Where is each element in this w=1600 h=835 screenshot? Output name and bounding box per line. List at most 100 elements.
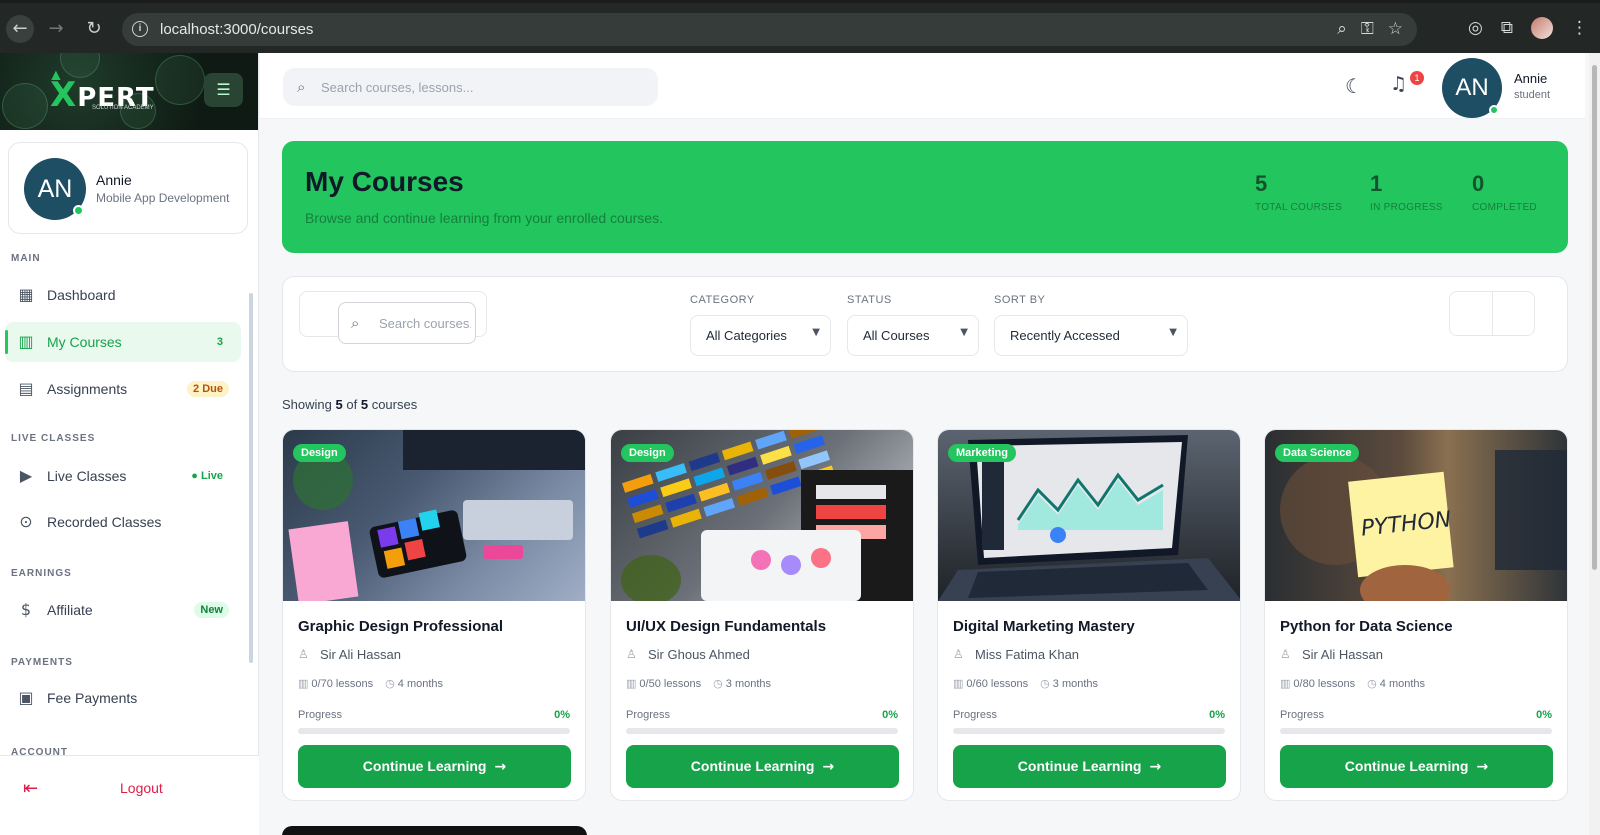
live-badge: ● Live	[191, 470, 223, 482]
browser-toolbar: ← → ↻ i localhost:3000/courses ⌕ ⚿ ☆ ◎ ⧉…	[0, 0, 1600, 53]
category-tag: Design	[293, 444, 346, 462]
sidebar-item-label: Dashboard	[47, 287, 116, 303]
notification-badge: 1	[1410, 71, 1424, 85]
page-title: My Courses	[305, 166, 464, 197]
logo-bar: ▲ XPERT SOLUTION ACADEMY ☰	[0, 53, 258, 130]
kebab-menu-icon[interactable]: ⋮	[1571, 18, 1588, 38]
book-icon: ▥	[953, 677, 964, 690]
course-instructor: Sir Ali Hassan	[320, 647, 401, 662]
sidebar-item-live-classes[interactable]: ▶ Live Classes ● Live	[5, 456, 241, 496]
section-label-account: ACCOUNT	[11, 747, 68, 755]
sidebar-item-recorded-classes[interactable]: ⊙ Recorded Classes	[5, 502, 241, 542]
sidebar-item-label: Affiliate	[47, 602, 93, 618]
sidebar-item-label: My Courses	[47, 334, 122, 350]
course-title[interactable]: Digital Marketing Mastery	[953, 618, 1135, 635]
section-label-live-classes: LIVE CLASSES	[11, 433, 96, 444]
sidebar-collapse-button[interactable]: ☰	[204, 73, 243, 107]
book-icon: ▥	[298, 677, 309, 690]
global-search[interactable]: ⌕	[283, 68, 658, 106]
category-tag: Data Science	[1275, 444, 1360, 462]
address-bar[interactable]: i localhost:3000/courses ⌕ ⚿ ☆	[122, 13, 1417, 46]
course-meta: ▥ 0/50 lessons ◷ 3 months	[626, 677, 772, 690]
course-card[interactable]: Design UI/UX Design Fundamentals ♙ Sir G…	[610, 429, 914, 801]
browser-profile-avatar[interactable]	[1531, 17, 1553, 39]
category-filter: CATEGORY All Categories ▼	[690, 294, 831, 356]
live-dot-icon: ●	[191, 470, 201, 482]
info-icon[interactable]: i	[132, 21, 148, 37]
continue-learning-button[interactable]: Continue Learning →	[953, 745, 1226, 788]
moon-icon[interactable]: ☾	[1345, 74, 1363, 98]
sort-select[interactable]: Recently Accessed ▼	[994, 315, 1188, 356]
course-search-field[interactable]: ⌕	[338, 302, 476, 344]
sidebar-item-assignments[interactable]: ▤ Assignments 2 Due	[5, 369, 241, 409]
user-icon: ♙	[1280, 647, 1291, 661]
continue-learning-button[interactable]: Continue Learning →	[1280, 745, 1553, 788]
wallet-icon: ▣	[18, 688, 34, 707]
clock-icon: ◷	[385, 677, 395, 690]
back-arrow-icon[interactable]: ←	[6, 15, 34, 43]
user-name[interactable]: Annie	[1514, 71, 1547, 86]
category-select[interactable]: All Categories ▼	[690, 315, 831, 356]
search-icon: ⌕	[351, 314, 360, 332]
filter-search-wrapper: ⌕	[299, 291, 487, 344]
sidebar-item-fee-payments[interactable]: ▣ Fee Payments	[5, 678, 241, 718]
sidebar-item-dashboard[interactable]: ▦ Dashboard	[5, 275, 241, 315]
extension-target-icon[interactable]: ◎	[1468, 18, 1483, 38]
search-input[interactable]	[321, 68, 641, 106]
course-meta: ▥ 0/60 lessons ◷ 3 months	[953, 677, 1099, 690]
results-count: Showing 5 of 5 courses	[282, 397, 418, 412]
search-icon: ⌕	[297, 78, 306, 96]
online-status-dot	[73, 205, 84, 216]
logout-button[interactable]: ⇤ Logout	[0, 755, 259, 835]
zoom-icon[interactable]: ⌕	[1337, 19, 1347, 39]
forward-arrow-icon[interactable]: →	[42, 15, 70, 43]
course-thumbnail: PYTHON Data Science	[1265, 430, 1567, 601]
progress-percent: 0%	[1536, 709, 1552, 721]
sidebar-item-label: Recorded Classes	[47, 514, 162, 530]
course-search-input[interactable]	[379, 303, 471, 343]
stat-in-progress: 1 IN PROGRESS	[1370, 171, 1443, 213]
user-icon: ♙	[626, 647, 637, 661]
status-filter: STATUS All Courses ▼	[847, 294, 979, 356]
arrow-right-icon: →	[494, 759, 507, 775]
puzzle-icon[interactable]: ⧉	[1501, 18, 1513, 38]
course-meta: ▥ 0/70 lessons ◷ 4 months	[298, 677, 444, 690]
progress-bar	[1280, 728, 1552, 734]
collapse-menu-icon: ☰	[216, 80, 231, 99]
course-card[interactable]: PYTHON Data Science Python for Data Scie…	[1264, 429, 1568, 801]
sidebar-item-my-courses[interactable]: ▥ My Courses 3	[5, 322, 241, 362]
profile-name: Annie	[96, 172, 132, 188]
clock-icon: ◷	[1040, 677, 1050, 690]
play-square-icon: ▶	[19, 466, 33, 485]
filter-panel: ⌕ CATEGORY All Categories ▼ STATUS All C…	[282, 276, 1568, 372]
sidebar-item-label: Fee Payments	[47, 690, 138, 706]
key-icon[interactable]: ⚿	[1361, 19, 1374, 39]
status-select[interactable]: All Courses ▼	[847, 315, 979, 356]
course-title[interactable]: Python for Data Science	[1280, 618, 1453, 635]
continue-learning-button[interactable]: Continue Learning →	[298, 745, 571, 788]
section-label-earnings: EARNINGS	[11, 568, 72, 579]
star-icon[interactable]: ☆	[1388, 19, 1403, 39]
course-card-peek	[282, 826, 587, 835]
sidebar-scrollbar[interactable]	[249, 293, 253, 663]
page-scrollbar[interactable]	[1589, 53, 1600, 835]
course-title[interactable]: Graphic Design Professional	[298, 618, 503, 635]
continue-learning-button[interactable]: Continue Learning →	[626, 745, 899, 788]
grid-view-button[interactable]	[1450, 292, 1493, 335]
sidebar: ▲ XPERT SOLUTION ACADEMY ☰ AN Annie Mobi…	[0, 53, 259, 835]
sidebar-item-affiliate[interactable]: $ Affiliate New	[5, 590, 241, 630]
profile-card[interactable]: AN Annie Mobile App Development	[8, 142, 248, 234]
sidebar-nav: MAIN ▦ Dashboard ▥ My Courses 3 ▤ Assign…	[0, 243, 259, 755]
address-url[interactable]: localhost:3000/courses	[160, 21, 313, 38]
sort-label: SORT BY	[994, 294, 1046, 306]
course-title[interactable]: UI/UX Design Fundamentals	[626, 618, 826, 635]
bell-icon[interactable]: ♫	[1390, 73, 1407, 95]
logout-icon: ⇤	[23, 778, 39, 799]
dollar-icon: $	[20, 600, 32, 619]
course-card[interactable]: Marketing Digital Marketing Mastery ♙ Mi…	[937, 429, 1241, 801]
list-view-button[interactable]	[1493, 292, 1536, 335]
course-card[interactable]: Design Graphic Design Professional ♙ Sir…	[282, 429, 586, 801]
dashboard-icon: ▦	[18, 285, 34, 304]
reload-icon[interactable]: ↻	[80, 15, 108, 43]
course-instructor: Miss Fatima Khan	[975, 647, 1080, 662]
